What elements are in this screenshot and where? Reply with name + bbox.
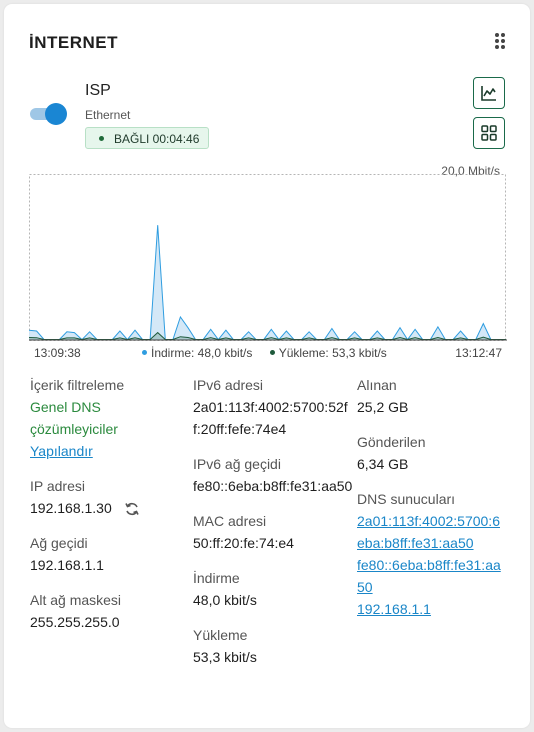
kebab-menu-icon[interactable] (495, 33, 505, 53)
connection-type: Ethernet (85, 108, 131, 122)
received-value: 25,2 GB (357, 399, 409, 415)
connection-toggle[interactable] (28, 103, 68, 125)
gateway-label: Ağ geçidi (30, 535, 88, 551)
chart-frame (29, 174, 506, 341)
ipv6-gateway-label: IPv6 ağ geçidi (193, 456, 281, 472)
received-label: Alınan (357, 377, 397, 393)
status-dot-icon (99, 136, 104, 141)
upload-value: 53,3 kbit/s (193, 649, 257, 665)
configure-link[interactable]: Yapılandır (30, 440, 185, 462)
chart-view-button[interactable] (473, 77, 505, 109)
details-column-2: IPv6 adresi 2a01:113f:4002:5700:52ff:20f… (193, 374, 353, 668)
line-chart-icon (481, 86, 496, 101)
sent-label: Gönderilen (357, 434, 426, 450)
netmask-label: Alt ağ maskesi (30, 592, 122, 608)
upload-label: Yükleme (193, 627, 248, 643)
status-badge: BAĞLI 00:04:46 (85, 127, 209, 149)
ipv6-gateway-value: fe80::6eba:b8ff:fe31:aa50 (193, 478, 353, 494)
dns-server-link[interactable]: fe80::6eba:b8ff:fe31:aa50 (357, 554, 507, 598)
status-text: BAĞLI 00:04:46 (114, 132, 200, 146)
grid-view-button[interactable] (473, 117, 505, 149)
chart-legend: İndirme: 48,0 kbit/s Yükleme: 53,3 kbit/… (142, 346, 401, 360)
traffic-chart (29, 174, 507, 341)
content-filter-label: İçerik filtreleme (30, 377, 125, 393)
mac-address-label: MAC adresi (193, 513, 267, 529)
download-value: 48,0 kbit/s (193, 592, 257, 608)
legend-download: İndirme: 48,0 kbit/s (142, 346, 252, 360)
ipv6-address-value: 2a01:113f:4002:5700:52ff:20ff:fefe:74e4 (193, 399, 348, 437)
sent-value: 6,34 GB (357, 456, 409, 472)
netmask-value: 255.255.255.0 (30, 614, 120, 630)
internet-card: İNTERNET ISP Ethernet BAĞLI 00:04:46 20,… (4, 4, 530, 728)
content-filter-value: Genel DNS çözümleyiciler (30, 399, 118, 437)
ipv6-address-label: IPv6 adresi (193, 377, 264, 393)
series-line-0 (29, 225, 506, 341)
gateway-value: 192.168.1.1 (30, 557, 104, 573)
chart-start-time: 13:09:38 (34, 346, 81, 360)
dns-server-link[interactable]: 192.168.1.1 (357, 598, 507, 620)
connection-name: ISP (85, 82, 111, 99)
refresh-icon[interactable] (124, 501, 140, 517)
card-title: İNTERNET (29, 33, 118, 52)
ip-address-value: 192.168.1.30 (30, 497, 185, 519)
chart-end-time: 13:12:47 (455, 346, 502, 360)
mac-address-value: 50:ff:20:fe:74:e4 (193, 535, 294, 551)
details-column-1: İçerik filtreleme Genel DNS çözümleyicil… (30, 374, 185, 633)
download-label: İndirme (193, 570, 240, 586)
legend-upload: Yükleme: 53,3 kbit/s (269, 346, 387, 360)
grid-icon (481, 125, 497, 141)
details-column-3: Alınan 25,2 GB Gönderilen 6,34 GB DNS su… (357, 374, 507, 620)
dns-server-link[interactable]: 2a01:113f:4002:5700:6eba:b8ff:fe31:aa50 (357, 510, 507, 554)
ip-address-label: IP adresi (30, 478, 85, 494)
series-area-0 (29, 225, 506, 340)
dns-servers-label: DNS sunucuları (357, 491, 456, 507)
